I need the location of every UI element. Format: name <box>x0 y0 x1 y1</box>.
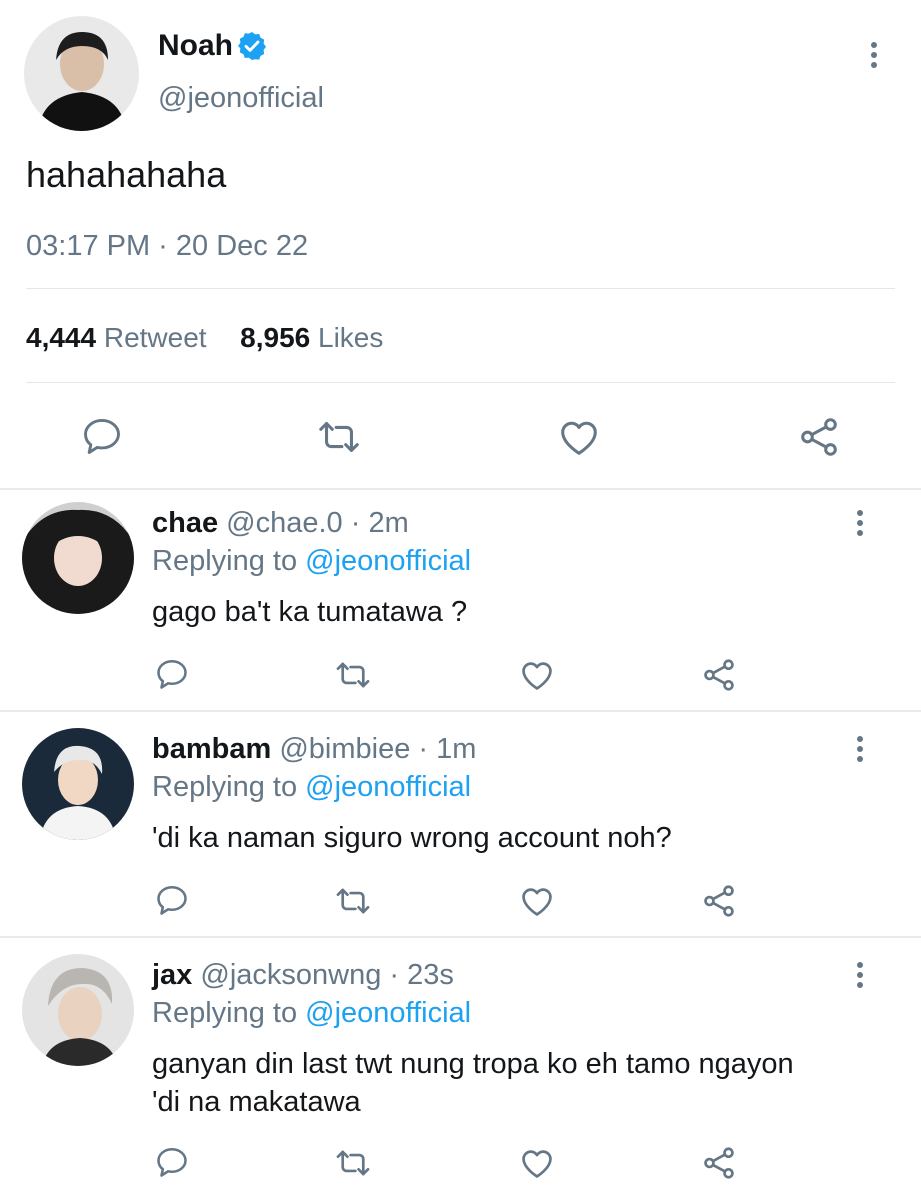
reply-text-line-1: ganyan din last twt nung tropa ko eh tam… <box>152 1048 794 1080</box>
tweet-stats: 4,444 Retweet 8,956 Likes <box>26 320 383 356</box>
reply-text: gago ba't ka tumatawa ? <box>152 596 468 628</box>
replying-to-link[interactable]: @jeonofficial <box>305 545 471 577</box>
verified-badge-icon <box>236 30 268 67</box>
reply-avatar[interactable] <box>22 728 134 840</box>
replying-to-link[interactable]: @jeonofficial <box>305 997 471 1029</box>
tweet-text: hahahahaha <box>26 154 227 195</box>
share-icon[interactable] <box>700 656 738 694</box>
tweet-author-name[interactable]: Noah <box>158 28 233 64</box>
divider <box>26 288 895 289</box>
reply-header: bambam @bimbiee · 1m <box>152 732 476 766</box>
retweet-count[interactable]: 4,444 <box>26 322 96 353</box>
reply-text-line-2: 'di na makatawa <box>152 1086 361 1118</box>
reply-text: 'di ka naman siguro wrong account noh? <box>152 822 672 854</box>
replying-to-link[interactable]: @jeonofficial <box>305 771 471 803</box>
replying-to-label: Replying to <box>152 997 298 1029</box>
divider <box>0 936 921 938</box>
like-icon[interactable] <box>518 1144 556 1182</box>
replying-to: Replying to @jeonofficial <box>152 544 471 578</box>
tweet-avatar[interactable] <box>24 16 139 131</box>
reply-header: chae @chae.0 · 2m <box>152 506 409 540</box>
divider <box>0 710 921 712</box>
reply-avatar[interactable] <box>22 502 134 614</box>
more-options-icon[interactable] <box>857 962 865 992</box>
retweet-icon[interactable] <box>334 882 372 920</box>
reply-author-handle[interactable]: @bimbiee <box>279 733 410 765</box>
tweet-timestamp[interactable]: 03:17 PM · 20 Dec 22 <box>26 228 308 264</box>
like-icon[interactable] <box>556 414 602 460</box>
reply-author-handle[interactable]: @chae.0 <box>226 507 343 539</box>
more-options-icon[interactable] <box>871 42 879 72</box>
reply-icon[interactable] <box>80 414 124 458</box>
more-options-icon[interactable] <box>857 510 865 540</box>
replying-to: Replying to @jeonofficial <box>152 770 471 804</box>
replying-to-label: Replying to <box>152 771 298 803</box>
divider <box>0 488 921 490</box>
retweet-label[interactable]: Retweet <box>104 322 207 353</box>
like-icon[interactable] <box>518 882 556 920</box>
retweet-icon[interactable] <box>334 656 372 694</box>
reply-time[interactable]: · 2m <box>351 507 409 539</box>
reply-time[interactable]: · 1m <box>418 733 476 765</box>
reply-author-handle[interactable]: @jacksonwng <box>200 959 381 991</box>
replying-to: Replying to @jeonofficial <box>152 996 471 1030</box>
share-icon[interactable] <box>700 1144 738 1182</box>
divider <box>26 382 895 383</box>
like-icon[interactable] <box>518 656 556 694</box>
retweet-icon[interactable] <box>334 1144 372 1182</box>
replying-to-label: Replying to <box>152 545 298 577</box>
reply-author-name[interactable]: jax <box>152 959 192 991</box>
reply-author-name[interactable]: bambam <box>152 733 271 765</box>
tweet-author-handle[interactable]: @jeonofficial <box>158 80 324 116</box>
reply-time[interactable]: · 23s <box>389 959 453 991</box>
more-options-icon[interactable] <box>857 736 865 766</box>
retweet-icon[interactable] <box>316 414 362 460</box>
reply-avatar[interactable] <box>22 954 134 1066</box>
reply-icon[interactable] <box>154 882 190 918</box>
reply-icon[interactable] <box>154 1144 190 1180</box>
like-label[interactable]: Likes <box>318 322 383 353</box>
reply-icon[interactable] <box>154 656 190 692</box>
like-count[interactable]: 8,956 <box>240 322 310 353</box>
share-icon[interactable] <box>700 882 738 920</box>
reply-author-name[interactable]: chae <box>152 507 218 539</box>
share-icon[interactable] <box>796 414 842 460</box>
reply-header: jax @jacksonwng · 23s <box>152 958 454 992</box>
